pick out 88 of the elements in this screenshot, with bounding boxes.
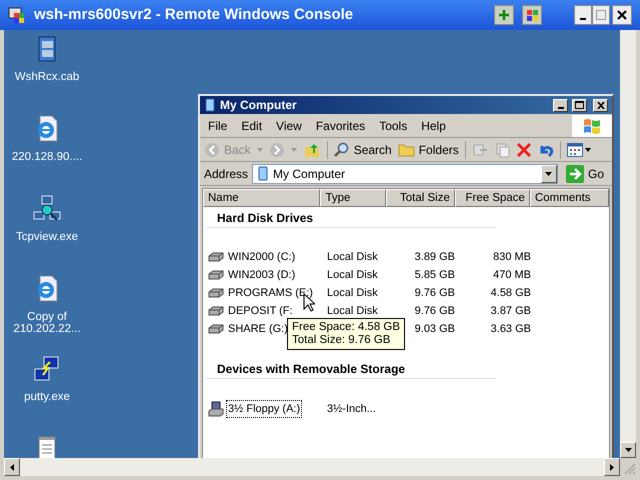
window-title: My Computer bbox=[220, 97, 298, 114]
icon-label[interactable]: putty.exe bbox=[5, 391, 89, 403]
scroll-down-button[interactable] bbox=[620, 442, 636, 458]
drive-icon bbox=[208, 288, 224, 298]
free-space: 4.58 GB bbox=[490, 286, 531, 299]
free-space: 3.87 GB bbox=[490, 304, 531, 317]
drive-icon bbox=[208, 306, 224, 316]
menu-item[interactable]: Help bbox=[421, 116, 446, 134]
maximize-icon bbox=[596, 10, 606, 20]
computer-icon bbox=[204, 98, 216, 112]
flag-icon bbox=[582, 116, 602, 134]
scroll-right-button[interactable] bbox=[604, 458, 620, 476]
windows-icon bbox=[526, 10, 538, 20]
minimize-icon bbox=[580, 18, 586, 20]
column-header[interactable]: Name bbox=[203, 189, 320, 207]
group-heading: Devices with Removable Storage bbox=[206, 360, 496, 379]
menu-item[interactable]: File bbox=[208, 116, 228, 134]
total-size: 9.03 GB bbox=[414, 322, 455, 335]
windows-button[interactable] bbox=[522, 5, 542, 25]
dropdown-arrow-icon bbox=[256, 148, 263, 152]
tooltip-text: Free Space: 4.58 GB bbox=[292, 321, 400, 334]
drive-type: Local Disk bbox=[327, 250, 378, 263]
computer-icon bbox=[257, 166, 270, 181]
drive-name[interactable]: WIN2000 (C:) bbox=[226, 248, 298, 266]
drive-type: 3½-Inch... bbox=[327, 402, 376, 415]
right-arrow-icon bbox=[610, 464, 614, 470]
group-heading: Hard Disk Drives bbox=[206, 209, 496, 228]
dropdown-arrow-icon bbox=[545, 172, 552, 176]
floppy-drive-icon bbox=[208, 401, 224, 417]
total-size: 5.85 GB bbox=[414, 268, 455, 281]
dropdown-button[interactable] bbox=[540, 164, 557, 182]
column-header[interactable]: Type bbox=[320, 189, 386, 207]
minimize-icon bbox=[558, 106, 564, 108]
go-button[interactable]: Go bbox=[562, 164, 608, 182]
folders-button[interactable]: Folders bbox=[398, 140, 459, 158]
app-icon bbox=[8, 6, 26, 24]
drive-icon bbox=[208, 270, 224, 280]
drive-icon bbox=[208, 252, 224, 262]
drive-name[interactable]: DEPOSIT (F: bbox=[226, 302, 295, 320]
go-arrow-icon bbox=[566, 164, 584, 182]
folder-icon bbox=[398, 142, 415, 156]
minimize-button[interactable] bbox=[574, 5, 592, 25]
tooltip-text: Total Size: 9.76 GB bbox=[292, 334, 392, 347]
left-arrow-icon bbox=[10, 464, 14, 470]
dropdown-arrow-icon bbox=[584, 148, 591, 152]
drive-type: Local Disk bbox=[327, 304, 378, 317]
column-header[interactable]: Free Space bbox=[454, 189, 530, 207]
menu-item[interactable]: Edit bbox=[241, 116, 262, 134]
horizontal-scrollbar[interactable] bbox=[4, 458, 620, 476]
free-space: 830 MB bbox=[493, 250, 531, 263]
menu-item[interactable]: Favorites bbox=[316, 116, 366, 134]
column-header[interactable]: Comments bbox=[530, 189, 609, 207]
icon-label[interactable]: Copy of 210.202.22... bbox=[5, 311, 89, 335]
menu-item[interactable]: View bbox=[276, 116, 302, 134]
drive-name[interactable]: 3½ Floppy (A:) bbox=[226, 400, 302, 418]
menu-item[interactable]: Tools bbox=[379, 116, 408, 134]
drive-name[interactable]: SHARE (G:) bbox=[226, 320, 290, 338]
drive-type: Local Disk bbox=[327, 268, 378, 281]
total-size: 9.76 GB bbox=[414, 286, 455, 299]
dropdown-arrow-icon bbox=[290, 148, 297, 152]
total-size: 3.89 GB bbox=[414, 250, 455, 263]
search-icon bbox=[334, 142, 350, 158]
search-button[interactable]: Search bbox=[334, 140, 392, 158]
icon-label[interactable]: 220.128.90.... bbox=[5, 151, 89, 163]
maximize-icon bbox=[575, 101, 584, 109]
close-icon bbox=[596, 102, 604, 108]
plus-icon bbox=[499, 10, 509, 20]
icon-label[interactable]: Tcpview.exe bbox=[5, 231, 89, 243]
delete-icon[interactable] bbox=[516, 142, 532, 158]
address-label: Address bbox=[204, 166, 248, 182]
icon-label[interactable]: WshRcx.cab bbox=[5, 71, 89, 83]
total-size: 9.76 GB bbox=[414, 304, 455, 317]
window-title: wsh-mrs600svr2 - Remote Windows Console bbox=[34, 4, 354, 25]
scroll-left-button[interactable] bbox=[4, 458, 20, 476]
column-header[interactable]: Total Size bbox=[386, 189, 455, 207]
views-icon bbox=[566, 142, 583, 156]
add-button[interactable] bbox=[494, 5, 514, 25]
free-space: 3.63 GB bbox=[490, 322, 531, 335]
views-button[interactable] bbox=[566, 142, 591, 156]
drive-type: Local Disk bbox=[327, 286, 378, 299]
free-space: 470 MB bbox=[493, 268, 531, 281]
close-button[interactable] bbox=[612, 5, 632, 25]
address-field[interactable]: My Computer bbox=[252, 164, 558, 184]
down-arrow-icon bbox=[624, 448, 632, 452]
drive-icon bbox=[208, 324, 224, 334]
drive-name[interactable]: WIN2003 (D:) bbox=[226, 266, 298, 284]
vertical-scrollbar[interactable] bbox=[620, 30, 636, 458]
close-icon bbox=[617, 10, 627, 20]
